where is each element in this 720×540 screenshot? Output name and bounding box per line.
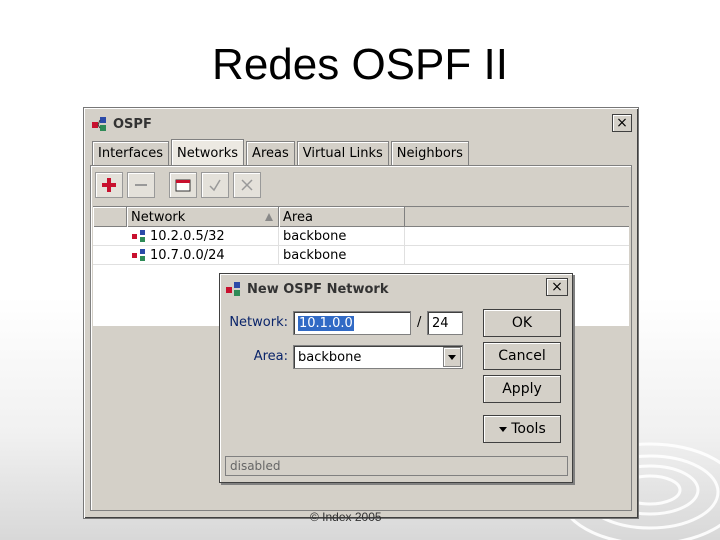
prefix-slash: / — [417, 315, 422, 330]
remove-button[interactable] — [127, 172, 155, 198]
tab-bar: Interfaces Networks Areas Virtual Links … — [92, 139, 471, 166]
network-input[interactable]: 10.1.0.0 — [293, 311, 411, 335]
dialog-title: New OSPF Network — [247, 281, 389, 297]
plus-icon — [102, 178, 116, 192]
ok-button-label: OK — [511, 315, 533, 331]
tab-label: Interfaces — [98, 146, 163, 161]
area-cell: backbone — [279, 246, 405, 264]
cancel-button-label: Cancel — [498, 348, 546, 364]
prefix-length-input[interactable]: 24 — [427, 311, 463, 335]
row-spacer — [93, 227, 127, 245]
area-value: backbone — [283, 228, 347, 244]
dropdown-button[interactable] — [443, 347, 461, 367]
window-titlebar[interactable]: OSPF × — [88, 112, 634, 136]
comment-button[interactable] — [169, 172, 197, 198]
tab-areas[interactable]: Areas — [246, 141, 295, 165]
window-title: OSPF — [113, 116, 152, 132]
network-label: Network: — [229, 315, 288, 330]
tab-label: Areas — [252, 146, 289, 161]
close-icon: × — [616, 115, 628, 131]
area-select[interactable]: backbone — [293, 345, 463, 369]
close-icon: × — [551, 279, 563, 295]
header-spacer — [93, 207, 127, 227]
network-input-value: 10.1.0.0 — [298, 315, 354, 331]
tab-neighbors[interactable]: Neighbors — [390, 141, 469, 165]
ospf-app-icon — [92, 117, 106, 131]
apply-button-label: Apply — [502, 381, 542, 397]
comment-icon — [175, 179, 191, 192]
network-icon — [132, 230, 145, 242]
tab-label: Virtual Links — [302, 146, 383, 161]
apply-button[interactable]: Apply — [483, 375, 561, 403]
row-spacer — [93, 246, 127, 264]
area-value: backbone — [283, 247, 347, 263]
network-value: 10.7.0.0/24 — [150, 247, 225, 263]
area-cell: backbone — [279, 227, 405, 245]
tab-virtual-links[interactable]: Virtual Links — [296, 141, 389, 165]
slide-title: Redes OSPF II — [212, 40, 508, 89]
table-header: Network Area — [93, 207, 629, 227]
minus-icon — [135, 184, 147, 186]
table-row[interactable]: 10.7.0.0/24 backbone — [93, 246, 629, 265]
cross-icon — [241, 179, 253, 191]
tab-networks[interactable]: Networks — [170, 139, 245, 166]
status-text: disabled — [230, 459, 281, 473]
prefix-length-value: 24 — [432, 315, 449, 331]
network-cell: 10.2.0.5/32 — [127, 227, 279, 245]
column-header-network[interactable]: Network — [127, 207, 279, 227]
chevron-down-icon — [448, 355, 456, 360]
ok-button[interactable]: OK — [483, 309, 561, 337]
dialog-close-button[interactable]: × — [546, 278, 568, 296]
column-header-area[interactable]: Area — [279, 207, 405, 227]
new-ospf-network-dialog: New OSPF Network × Network: 10.1.0.0 / 2… — [219, 273, 573, 483]
network-value: 10.2.0.5/32 — [150, 228, 225, 244]
window-close-button[interactable]: × — [612, 114, 632, 132]
tab-label: Neighbors — [396, 146, 463, 161]
enable-button[interactable] — [201, 172, 229, 198]
network-cell: 10.7.0.0/24 — [127, 246, 279, 264]
sort-ascending-icon — [265, 213, 273, 221]
column-header-label: Area — [283, 209, 313, 225]
dialog-titlebar[interactable]: New OSPF Network — [222, 276, 570, 302]
tab-label: Networks — [176, 145, 239, 161]
area-label: Area: — [253, 349, 288, 364]
check-icon — [209, 179, 221, 192]
network-icon — [132, 249, 145, 261]
cancel-button[interactable]: Cancel — [483, 342, 561, 370]
ospf-app-icon — [226, 282, 240, 296]
add-button[interactable] — [95, 172, 123, 198]
dropdown-arrow-icon — [499, 427, 508, 432]
table-row[interactable]: 10.2.0.5/32 backbone — [93, 227, 629, 246]
column-header-label: Network — [131, 209, 186, 225]
toolbar — [95, 172, 265, 198]
tools-button[interactable]: Tools — [483, 415, 561, 443]
tools-button-label: Tools — [511, 421, 546, 437]
copyright-footer: © Index 2005 — [310, 510, 382, 524]
status-bar: disabled — [225, 456, 568, 476]
area-select-value: backbone — [298, 349, 362, 365]
tab-interfaces[interactable]: Interfaces — [92, 141, 169, 165]
disable-button[interactable] — [233, 172, 261, 198]
